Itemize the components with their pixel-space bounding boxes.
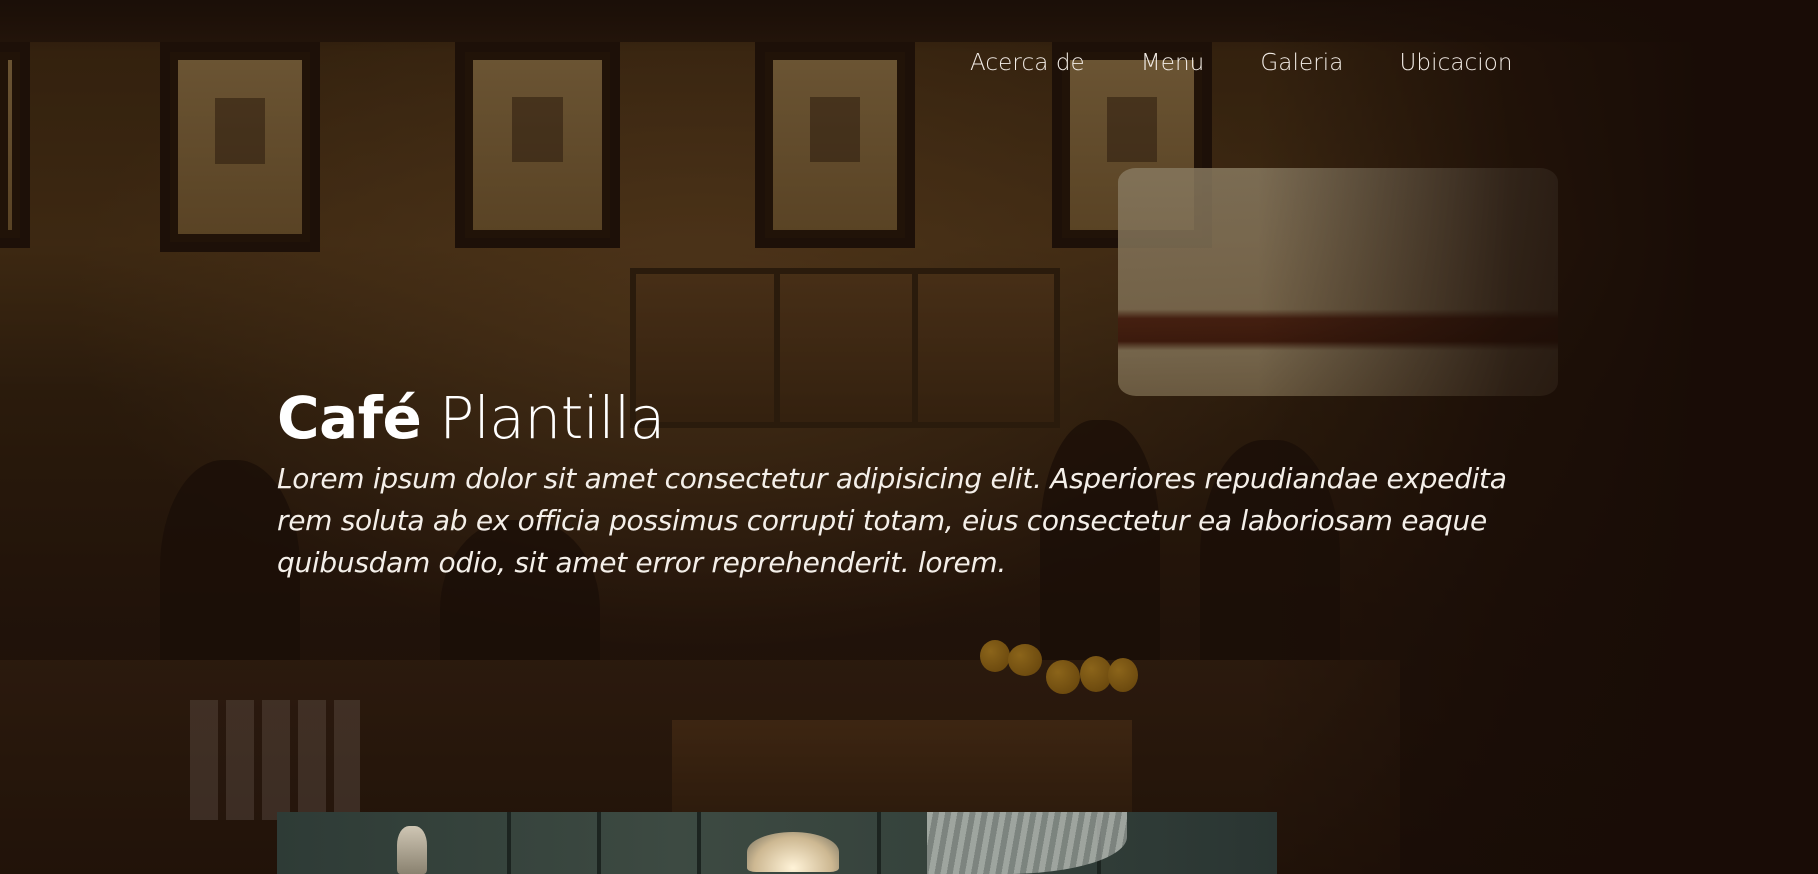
photo-beam [697,812,701,874]
nav-link-acerca-de[interactable]: Acerca de [970,50,1085,76]
nav-link-ubicacion[interactable]: Ubicacion [1399,50,1512,76]
hero-title: Café Plantilla [277,378,1517,458]
hero-description: Lorem ipsum dolor sit amet consectetur a… [277,462,1507,579]
hero-section: Café Plantilla Lorem ipsum dolor sit ame… [277,378,1517,584]
nav-link-menu[interactable]: Menu [1141,50,1205,76]
main-nav: Acerca de Menu Galeria Ubicacion [970,50,1513,76]
photo-beam [507,812,511,874]
nav-link-galeria[interactable]: Galeria [1260,50,1343,76]
page: Acerca de Menu Galeria Ubicacion Café Pl… [0,0,1818,874]
photo-beam [597,812,601,874]
hero-title-strong: Café [277,384,422,452]
photo-lamp [747,832,839,872]
gallery-photo [277,812,1277,874]
photo-lamp [397,826,427,874]
photo-beam [877,812,881,874]
hero-title-light: Plantilla [439,384,665,452]
